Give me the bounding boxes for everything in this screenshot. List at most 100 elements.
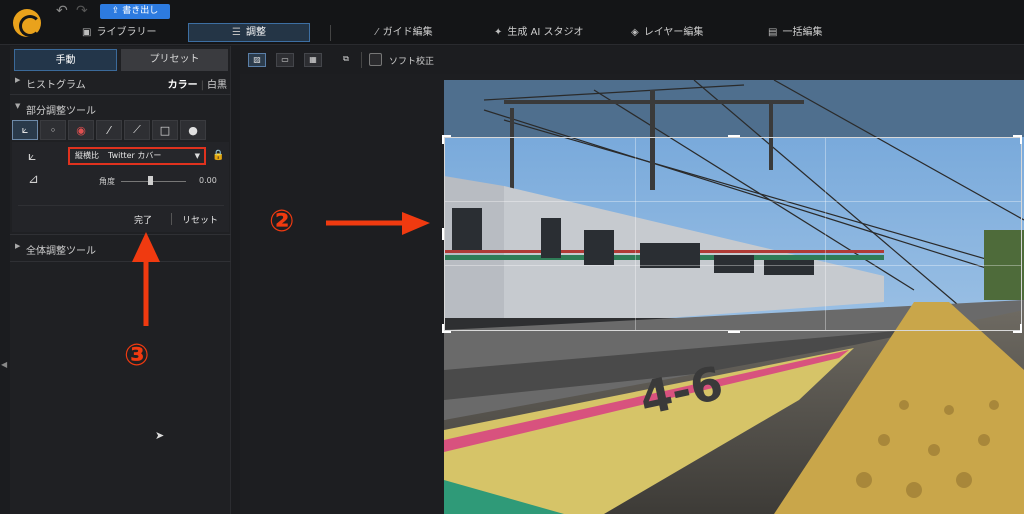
- crop-grid-line: [635, 138, 637, 330]
- gradient-brush-icon: ⟋: [133, 123, 141, 136]
- compare-view-button[interactable]: ▨: [248, 53, 266, 67]
- button-separator: [171, 213, 172, 225]
- nav-layer-edit-label: レイヤー編集: [643, 27, 704, 38]
- lock-icon[interactable]: 🔒: [212, 150, 224, 161]
- crop-grid-line: [445, 264, 1021, 266]
- sparkle-icon: ✦: [494, 27, 503, 38]
- crop-frame[interactable]: [444, 137, 1022, 331]
- image-icon: ▭: [281, 55, 289, 64]
- brush-tool-button[interactable]: ⁄: [96, 120, 122, 140]
- nav-guide-edit-label: ガイド編集: [382, 27, 433, 38]
- redo-icon[interactable]: ↷: [76, 3, 88, 19]
- crop-handle-bottom-right[interactable]: [1013, 324, 1022, 333]
- annotation-arrow-up: [132, 232, 160, 326]
- collapse-arrow-icon: ▼: [15, 102, 21, 110]
- top-bar: ↶ ↷ ⇪ 書き出し ▣ ライブラリー ☰ 調整 ⁄ ガイド編集 ✦ 生成 AI…: [0, 0, 1024, 45]
- crop-grid-line: [825, 138, 827, 330]
- grid-icon: ▦: [309, 55, 317, 64]
- partial-tools-section[interactable]: ▼ 部分調整ツール: [10, 102, 231, 118]
- spot-heal-icon: ◦: [49, 123, 57, 137]
- global-tools-section[interactable]: ▶ 全体調整ツール: [10, 242, 231, 258]
- redeye-tool-button[interactable]: ◉: [68, 120, 94, 140]
- nav-layer-edit[interactable]: ◈ レイヤー編集: [631, 23, 703, 42]
- crop-handle-bottom[interactable]: [728, 324, 740, 333]
- nav-ai-studio-label: 生成 AI スタジオ: [507, 27, 584, 38]
- batch-icon: ▤: [768, 27, 778, 38]
- histogram-label: ヒストグラム: [26, 80, 86, 91]
- nav-library-label: ライブラリー: [96, 27, 157, 38]
- left-panel: 手動 プリセット ▶ ヒストグラム カラー | 白黒 ▼ 部分調整ツール ⟀ ◦ ◉…: [10, 46, 231, 514]
- crop-handle-top-right[interactable]: [1013, 135, 1022, 144]
- nav-batch-edit[interactable]: ▤ 一括編集: [768, 23, 822, 42]
- nav-adjust-label: 調整: [245, 27, 266, 38]
- square-icon: □: [159, 123, 171, 137]
- viewer-toolbar: ▨ ▭ ▦ ⧉ ソフト校正: [240, 46, 1024, 74]
- nav-adjust[interactable]: ☰ 調整: [188, 23, 310, 42]
- library-icon: ▣: [82, 27, 92, 38]
- crop-handle-bottom-left[interactable]: [442, 324, 451, 333]
- single-view-button[interactable]: ▭: [276, 53, 294, 67]
- partial-tool-row: ⟀ ◦ ◉ ⁄ ⟋ □ ●: [12, 120, 206, 140]
- straighten-icon[interactable]: ⊿: [28, 172, 39, 187]
- angle-slider-track[interactable]: [121, 181, 186, 182]
- histogram-mode: カラー | 白黒: [167, 80, 227, 91]
- crop-handle-top-left[interactable]: [442, 135, 451, 144]
- sliders-icon: ☰: [232, 27, 241, 38]
- nav-library[interactable]: ▣ ライブラリー: [82, 23, 156, 42]
- soft-proof-checkbox[interactable]: [369, 53, 382, 66]
- brush-icon: ⁄: [108, 123, 110, 137]
- expand-arrow-icon: ▶: [15, 76, 21, 84]
- aspect-ratio-select[interactable]: 縦横比 Twitter カバー ▼: [68, 147, 206, 165]
- circle-tool-button[interactable]: ●: [180, 120, 206, 140]
- crop-ratio-icon: ⟀: [28, 148, 37, 164]
- histogram-color-option[interactable]: カラー: [168, 80, 198, 91]
- circle-icon: ●: [188, 123, 198, 137]
- crop-handle-top[interactable]: [728, 135, 740, 144]
- crop-handle-left[interactable]: [442, 228, 451, 240]
- rect-tool-button[interactable]: □: [152, 120, 178, 140]
- aspect-ratio-label: 縦横比: [75, 151, 99, 160]
- compare-icon: ▨: [253, 55, 261, 64]
- eye-icon: ◉: [76, 123, 86, 137]
- mouse-pointer-icon: ➤: [155, 429, 165, 442]
- window-icon: ⧉: [343, 54, 349, 63]
- expand-arrow-icon: ▶: [15, 242, 21, 250]
- nav-divider: [330, 25, 331, 41]
- gradient-brush-button[interactable]: ⟋: [124, 120, 150, 140]
- display-mode-button[interactable]: ⧉: [337, 53, 355, 67]
- nav-ai-studio[interactable]: ✦ 生成 AI スタジオ: [494, 23, 584, 42]
- histogram-section[interactable]: ▶ ヒストグラム カラー | 白黒: [10, 76, 231, 92]
- histogram-bw-option[interactable]: 白黒: [207, 80, 227, 91]
- toolbar-divider: [361, 52, 362, 68]
- aspect-ratio-value: Twitter カバー: [108, 151, 162, 160]
- app-root: ↶ ↷ ⇪ 書き出し ▣ ライブラリー ☰ 調整 ⁄ ガイド編集 ✦ 生成 AI…: [0, 0, 1024, 514]
- crop-icon: ⟀: [21, 123, 29, 136]
- annotation-number-3: ③: [124, 338, 150, 373]
- soft-proof-label: ソフト校正: [389, 57, 435, 67]
- tab-manual[interactable]: 手動: [14, 49, 117, 71]
- tab-preset[interactable]: プリセット: [121, 49, 228, 71]
- nav-guide-edit[interactable]: ⁄ ガイド編集: [376, 23, 433, 42]
- export-button[interactable]: ⇪ 書き出し: [100, 4, 170, 19]
- partial-tools-label: 部分調整ツール: [26, 106, 96, 117]
- reset-button[interactable]: リセット: [182, 213, 218, 226]
- angle-label: 角度: [99, 177, 115, 186]
- chevron-down-icon: ▼: [194, 152, 200, 160]
- export-label: 書き出し: [122, 6, 159, 16]
- angle-slider-thumb[interactable]: [148, 176, 153, 185]
- nav-batch-edit-label: 一括編集: [782, 27, 823, 38]
- divider: [10, 94, 231, 95]
- panel-collapse-icon[interactable]: ◀: [1, 360, 7, 369]
- grid-view-button[interactable]: ▦: [304, 53, 322, 67]
- annotation-arrow-right: [326, 212, 430, 235]
- done-button[interactable]: 完了: [134, 213, 152, 226]
- app-logo-icon: [13, 9, 41, 37]
- spot-tool-button[interactable]: ◦: [40, 120, 66, 140]
- angle-value: 0.00: [199, 176, 217, 185]
- divider: [10, 234, 231, 235]
- global-tools-label: 全体調整ツール: [26, 246, 96, 257]
- divider: [18, 205, 224, 206]
- annotation-number-2: ②: [269, 204, 295, 239]
- undo-icon[interactable]: ↶: [56, 3, 68, 19]
- crop-tool-button[interactable]: ⟀: [12, 120, 38, 140]
